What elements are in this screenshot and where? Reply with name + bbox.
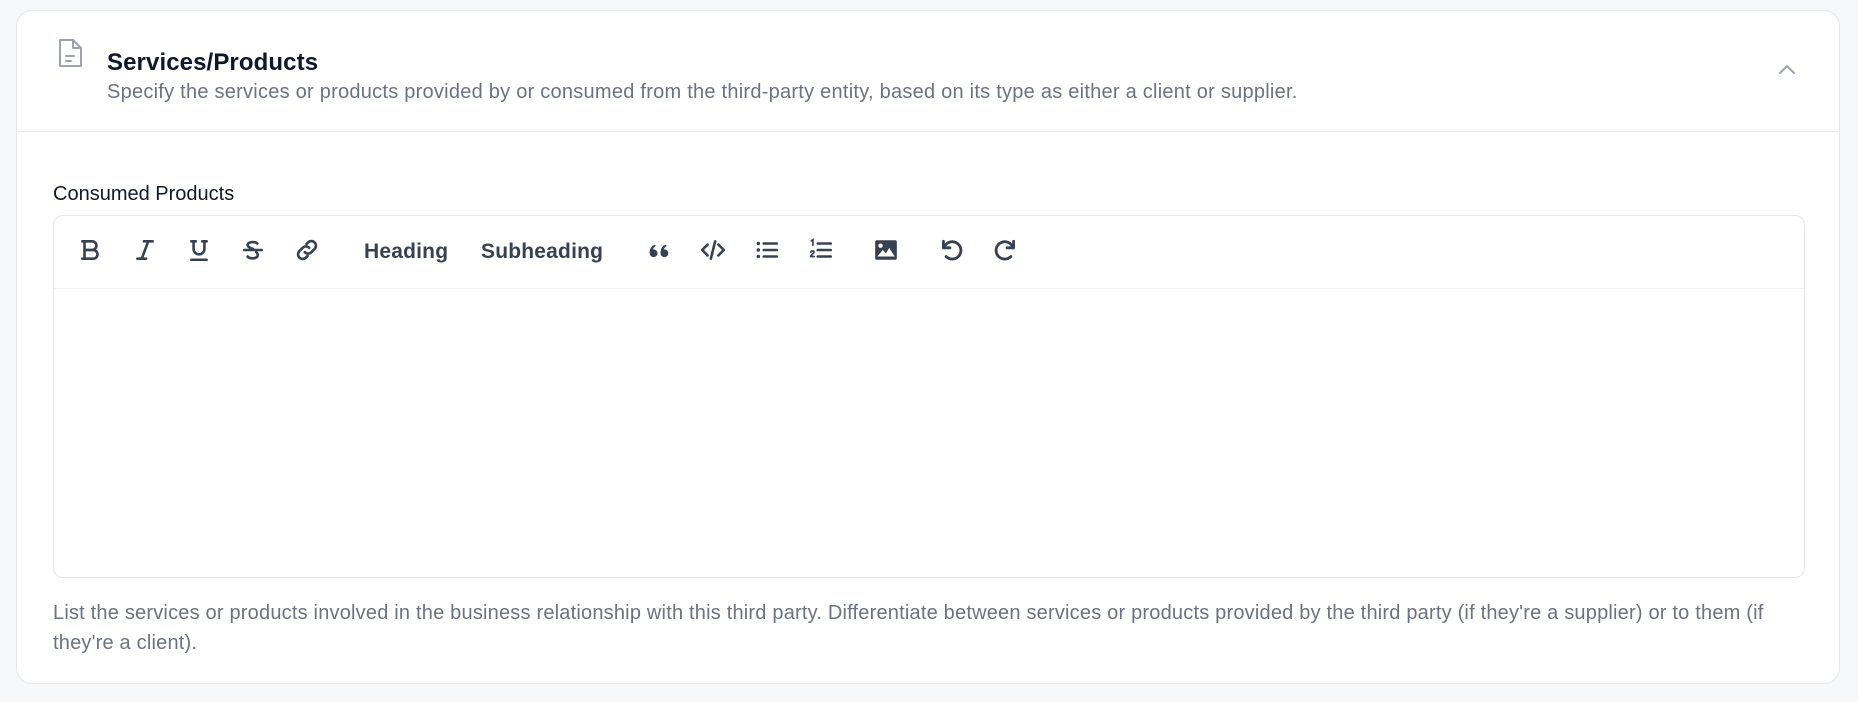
- chevron-up-icon: [1778, 62, 1796, 80]
- subheading-button[interactable]: Subheading: [481, 238, 603, 266]
- section-header[interactable]: Services/Products Specify the services o…: [17, 11, 1839, 132]
- bullet-list-icon: [754, 237, 780, 268]
- redo-icon: [993, 237, 1019, 268]
- services-products-card: Services/Products Specify the services o…: [16, 10, 1840, 684]
- ordered-list-button[interactable]: [806, 237, 836, 268]
- editor-toolbar: Heading Subheading: [54, 216, 1804, 289]
- strikethrough-button[interactable]: [238, 238, 268, 266]
- bold-icon: [78, 237, 104, 268]
- section-description: Specify the services or products provide…: [107, 81, 1298, 103]
- underline-icon: [186, 237, 212, 268]
- strikethrough-icon: [240, 237, 266, 268]
- bold-button[interactable]: [76, 238, 106, 266]
- undo-button[interactable]: [936, 238, 966, 266]
- quote-button[interactable]: [644, 238, 674, 266]
- bullet-list-button[interactable]: [752, 238, 782, 266]
- undo-icon: [938, 237, 964, 268]
- consumed-products-helper-text: List the services or products involved i…: [53, 602, 1764, 654]
- document-icon: [57, 37, 85, 69]
- ordered-list-icon: [808, 237, 834, 268]
- heading-button[interactable]: Heading: [364, 238, 448, 266]
- italic-button[interactable]: [130, 238, 160, 266]
- image-icon: [873, 237, 899, 268]
- consumed-products-editor-input[interactable]: [54, 289, 1804, 577]
- image-button[interactable]: [871, 238, 901, 266]
- link-icon: [294, 237, 320, 268]
- quote-icon: [646, 237, 672, 268]
- code-button[interactable]: [698, 238, 728, 266]
- underline-button[interactable]: [184, 238, 214, 266]
- section-title: Services/Products: [107, 49, 319, 76]
- rich-text-editor: Heading Subheading: [53, 215, 1805, 578]
- code-icon: [700, 237, 726, 268]
- italic-icon: [132, 237, 158, 268]
- collapse-button[interactable]: [1773, 59, 1801, 83]
- link-button[interactable]: [292, 238, 322, 266]
- consumed-products-label: Consumed Products: [53, 183, 235, 205]
- redo-button[interactable]: [991, 238, 1021, 266]
